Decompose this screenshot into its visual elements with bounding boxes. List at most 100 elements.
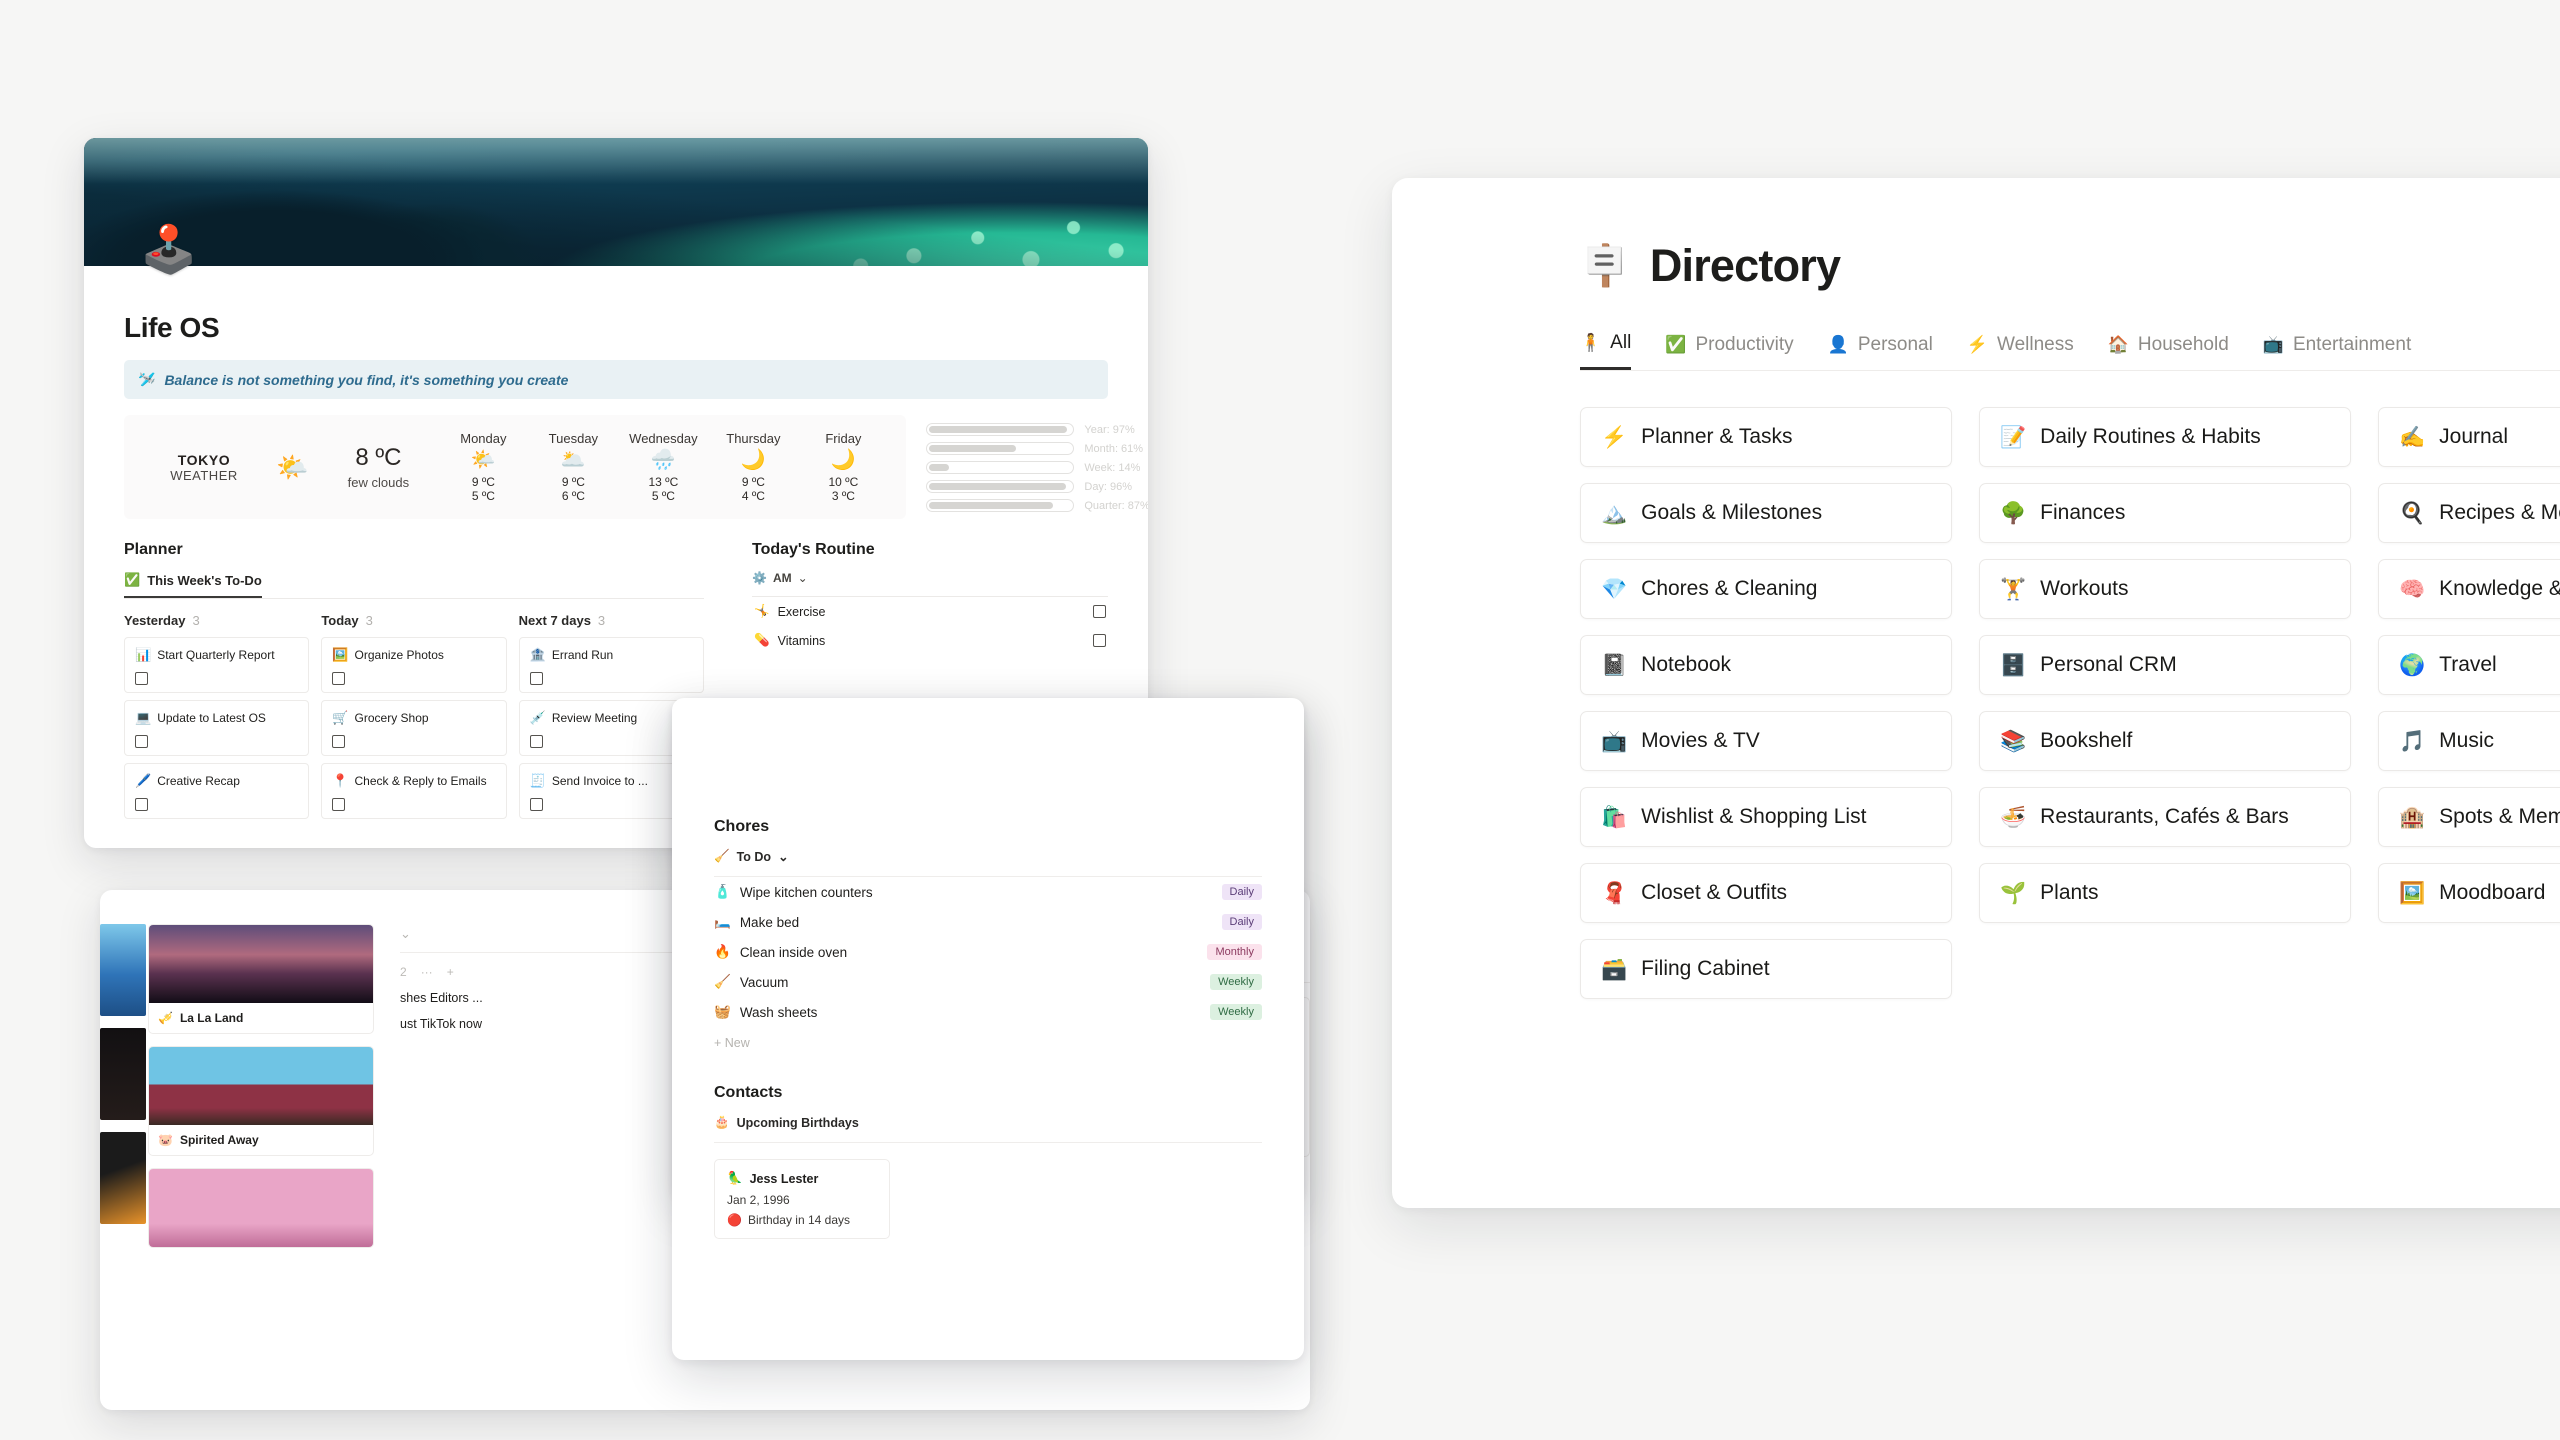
directory-card[interactable]: 🗄️ Personal CRM bbox=[1979, 635, 2351, 695]
weather-day-high: 13 ºC bbox=[648, 475, 679, 489]
directory-card[interactable]: 🗃️ Filing Cabinet bbox=[1580, 939, 1952, 999]
directory-card-label: Finances bbox=[2040, 501, 2126, 524]
add-chore-button[interactable]: + New bbox=[714, 1036, 1262, 1050]
weather-day-high: 9 ºC bbox=[741, 475, 765, 489]
weather-day-icon: 🌤️ bbox=[470, 449, 496, 471]
status-badge: Birthday in 14 days bbox=[747, 1213, 851, 1227]
directory-card[interactable]: 🍳 Recipes & Meals bbox=[2378, 483, 2560, 543]
task-checkbox[interactable] bbox=[332, 798, 346, 811]
contacts-view-select[interactable]: 🎂 Upcoming Birthdays bbox=[714, 1115, 859, 1130]
task-checkbox[interactable] bbox=[332, 735, 346, 748]
chore-item[interactable]: 🧺 Wash sheets Weekly bbox=[714, 997, 1262, 1027]
directory-tab-household[interactable]: 🏠 Household bbox=[2108, 332, 2229, 370]
chore-item[interactable]: 🧹 Vacuum Weekly bbox=[714, 967, 1262, 997]
routine-item-icon: 🤸 bbox=[754, 604, 770, 618]
chore-left: 🧹 Vacuum bbox=[714, 974, 788, 990]
task-label: Creative Recap bbox=[157, 774, 240, 788]
weather-day-high: 9 ºC bbox=[471, 475, 495, 489]
movie-card[interactable]: 🎺 La La Land bbox=[148, 924, 374, 1034]
chore-left: 🧴 Wipe kitchen counters bbox=[714, 884, 873, 900]
chore-item[interactable]: 🧴 Wipe kitchen counters Daily bbox=[714, 877, 1262, 907]
directory-tab-wellness[interactable]: ⚡ Wellness bbox=[1967, 332, 2074, 370]
task-card[interactable]: 📍 Check & Reply to Emails bbox=[321, 763, 507, 819]
progress-label: Year: 97% bbox=[1084, 423, 1135, 436]
directory-tab-personal[interactable]: 👤 Personal bbox=[1828, 332, 1933, 370]
directory-card[interactable]: 🌳 Finances bbox=[1979, 483, 2351, 543]
movie-card[interactable]: 🐷 Spirited Away bbox=[148, 1046, 374, 1156]
directory-card[interactable]: 📺 Movies & TV bbox=[1580, 711, 1952, 771]
contact-card[interactable]: 🦜 Jess Lester Jan 2, 1996 🔴 Birthday in … bbox=[714, 1159, 890, 1239]
task-icon: 🛒 bbox=[332, 710, 349, 725]
directory-card-label: Daily Routines & Habits bbox=[2040, 425, 2261, 448]
movie-card[interactable] bbox=[148, 1168, 374, 1248]
routine-item[interactable]: 🤸 Exercise bbox=[752, 597, 1108, 626]
task-card[interactable]: 🏦 Errand Run bbox=[518, 637, 704, 693]
directory-card[interactable]: 📚 Bookshelf bbox=[1979, 711, 2351, 771]
task-card[interactable]: 🛒 Grocery Shop bbox=[321, 700, 507, 756]
directory-card[interactable]: 🧣 Closet & Outfits bbox=[1580, 863, 1952, 923]
avatar: 🦜 bbox=[727, 1171, 743, 1185]
directory-card[interactable]: 🖼️ Moodboard bbox=[2378, 863, 2560, 923]
chore-item[interactable]: 🛏️ Make bed Daily bbox=[714, 907, 1262, 937]
directory-card-icon: 💎 bbox=[1601, 577, 1628, 601]
task-checkbox[interactable] bbox=[529, 798, 543, 811]
planner-column-header: Next 7 days 3 bbox=[518, 613, 606, 628]
directory-card-icon: 🌱 bbox=[2000, 881, 2027, 905]
directory-card[interactable]: 🌍 Travel bbox=[2378, 635, 2560, 695]
directory-card-icon: 🗄️ bbox=[2000, 653, 2027, 677]
directory-tab-all[interactable]: 🧍 All bbox=[1580, 332, 1632, 370]
directory-card[interactable]: 📓 Notebook bbox=[1580, 635, 1952, 695]
progress-row: Year: 97% bbox=[926, 423, 1148, 436]
directory-card[interactable]: ⚡ Planner & Tasks bbox=[1580, 407, 1952, 467]
weather-day: Friday 🌙 10 ºC 3 ºC bbox=[798, 431, 888, 503]
weather-widget[interactable]: TOKYO WEATHER 🌤️ 8 ºC few clouds Monday 🌤… bbox=[124, 415, 907, 519]
directory-card[interactable]: 🌱 Plants bbox=[1979, 863, 2351, 923]
chore-item[interactable]: 🔥 Clean inside oven Monthly bbox=[714, 937, 1262, 967]
directory-card[interactable]: 🍜 Restaurants, Cafés & Bars bbox=[1979, 787, 2351, 847]
progress-row: Week: 14% bbox=[926, 461, 1148, 474]
task-card[interactable]: 🖊️ Creative Recap bbox=[124, 763, 310, 819]
directory-card[interactable]: 🛍️ Wishlist & Shopping List bbox=[1580, 787, 1952, 847]
task-checkbox[interactable] bbox=[135, 798, 148, 811]
directory-card[interactable]: 🎵 Music bbox=[2378, 711, 2560, 771]
movie-title: Spirited Away bbox=[179, 1133, 259, 1147]
planner-columns: Yesterday 3 📊 Start Quarterly Report 💻 Update… bbox=[124, 613, 704, 826]
task-checkbox[interactable] bbox=[529, 735, 543, 748]
task-checkbox[interactable] bbox=[135, 672, 148, 685]
tab-this-weeks-todo[interactable]: ✅ This Week's To-Do bbox=[124, 572, 262, 598]
directory-tab-icon: ✅ bbox=[1665, 334, 1687, 354]
task-checkbox[interactable] bbox=[135, 735, 148, 748]
task-checkbox[interactable] bbox=[529, 672, 543, 685]
chore-icon: 🧹 bbox=[714, 974, 731, 989]
routine-checkbox[interactable] bbox=[1093, 634, 1106, 647]
routine-view-select[interactable]: ⚙️ AM ⌄ bbox=[752, 571, 808, 585]
directory-panel[interactable]: 🪧 Directory 🧍 All ✅ Productivity 👤 Personal ⚡ W… bbox=[1392, 178, 2560, 1208]
directory-card[interactable]: 📝 Daily Routines & Habits bbox=[1979, 407, 2351, 467]
directory-card[interactable]: 🧠 Knowledge & Notes bbox=[2378, 559, 2560, 619]
directory-tab-entertainment[interactable]: 📺 Entertainment bbox=[2263, 332, 2411, 370]
add-icon[interactable]: + bbox=[447, 965, 454, 979]
task-card[interactable]: 💻 Update to Latest OS bbox=[124, 700, 310, 756]
task-icon: 💻 bbox=[135, 710, 152, 725]
more-icon[interactable]: ··· bbox=[421, 965, 433, 979]
routine-checkbox[interactable] bbox=[1093, 605, 1106, 618]
directory-card[interactable]: 🏋️ Workouts bbox=[1979, 559, 2351, 619]
directory-card[interactable]: 🏔️ Goals & Milestones bbox=[1580, 483, 1952, 543]
directory-card[interactable]: 💎 Chores & Cleaning bbox=[1580, 559, 1952, 619]
task-card[interactable]: 🖼️ Organize Photos bbox=[321, 637, 507, 693]
task-card[interactable]: 📊 Start Quarterly Report bbox=[124, 637, 310, 693]
directory-card[interactable]: 🏨 Spots & Memories bbox=[2378, 787, 2560, 847]
chores-view-select[interactable]: 🧹 To Do ⌄ bbox=[714, 849, 789, 864]
directory-card[interactable]: ✍️ Journal bbox=[2378, 407, 2560, 467]
chore-frequency-badge: Daily bbox=[1221, 914, 1262, 930]
directory-tab-label: Wellness bbox=[1997, 333, 2074, 355]
planner-column: Today 3 🖼️ Organize Photos 🛒 Grocery Shop 📍 Che… bbox=[321, 613, 507, 826]
task-checkbox[interactable] bbox=[332, 672, 346, 685]
chores-heading: Chores bbox=[714, 818, 770, 835]
chores-contacts-window[interactable]: Chores 🧹 To Do ⌄ 🧴 Wipe kitchen counters D… bbox=[672, 698, 1304, 1360]
routine-select-label: AM bbox=[772, 571, 792, 585]
rail-thumb bbox=[100, 924, 146, 1016]
routine-item[interactable]: 💊 Vitamins bbox=[752, 626, 1108, 655]
directory-tab-productivity[interactable]: ✅ Productivity bbox=[1665, 332, 1793, 370]
directory-tab-label: Productivity bbox=[1695, 333, 1794, 355]
